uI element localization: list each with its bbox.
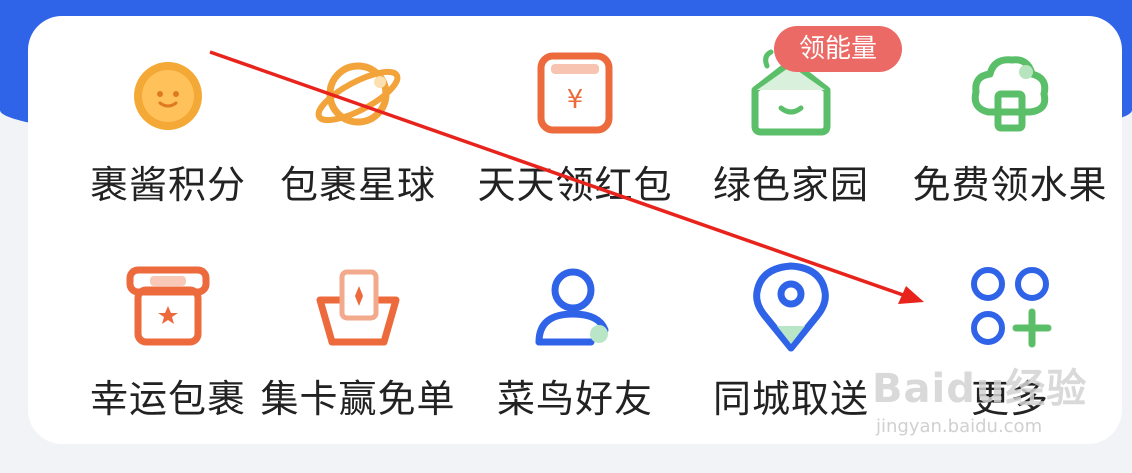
service-label: 集卡赢免单 (260, 377, 456, 421)
service-label: 天天领红包 (477, 163, 673, 207)
service-label: 更多 (970, 377, 1049, 421)
service-label: 绿色家园 (712, 163, 869, 207)
location-pin-icon (745, 260, 837, 352)
service-label: 包裹星球 (279, 163, 436, 207)
friend-icon (529, 260, 621, 352)
services-card: 裹酱积分 包裹星球 ¥ 天天领红包 绿色家园 免费领水果 幸运包裹 集卡赢免单 … (28, 16, 1122, 444)
svg-text:¥: ¥ (567, 85, 584, 115)
red-envelope-icon: ¥ (529, 46, 621, 138)
fruit-tree-icon (964, 46, 1056, 138)
service-item-collect-cards[interactable]: 集卡赢免单 (248, 230, 468, 430)
planet-icon (312, 46, 404, 138)
energy-badge[interactable]: 领能量 (774, 26, 902, 72)
service-item-more[interactable]: 更多 (900, 230, 1120, 430)
service-item-same-city-delivery[interactable]: 同城取送 (681, 230, 901, 430)
card-box-icon (312, 260, 404, 352)
service-item-cainiao-friends[interactable]: 菜鸟好友 (465, 230, 685, 430)
lucky-box-icon (122, 260, 214, 352)
service-label: 菜鸟好友 (496, 377, 653, 421)
service-label: 幸运包裹 (89, 377, 246, 421)
service-item-points[interactable]: 裹酱积分 (58, 16, 278, 216)
coin-face-icon (122, 46, 214, 138)
service-item-planet[interactable]: 包裹星球 (248, 16, 468, 216)
service-item-red-envelope[interactable]: ¥ 天天领红包 (465, 16, 685, 216)
more-grid-icon (964, 260, 1056, 352)
service-item-lucky-package[interactable]: 幸运包裹 (58, 230, 278, 430)
service-label: 免费领水果 (912, 163, 1108, 207)
service-label: 裹酱积分 (89, 163, 246, 207)
service-label: 同城取送 (712, 377, 869, 421)
service-item-free-fruit[interactable]: 免费领水果 (900, 16, 1120, 216)
